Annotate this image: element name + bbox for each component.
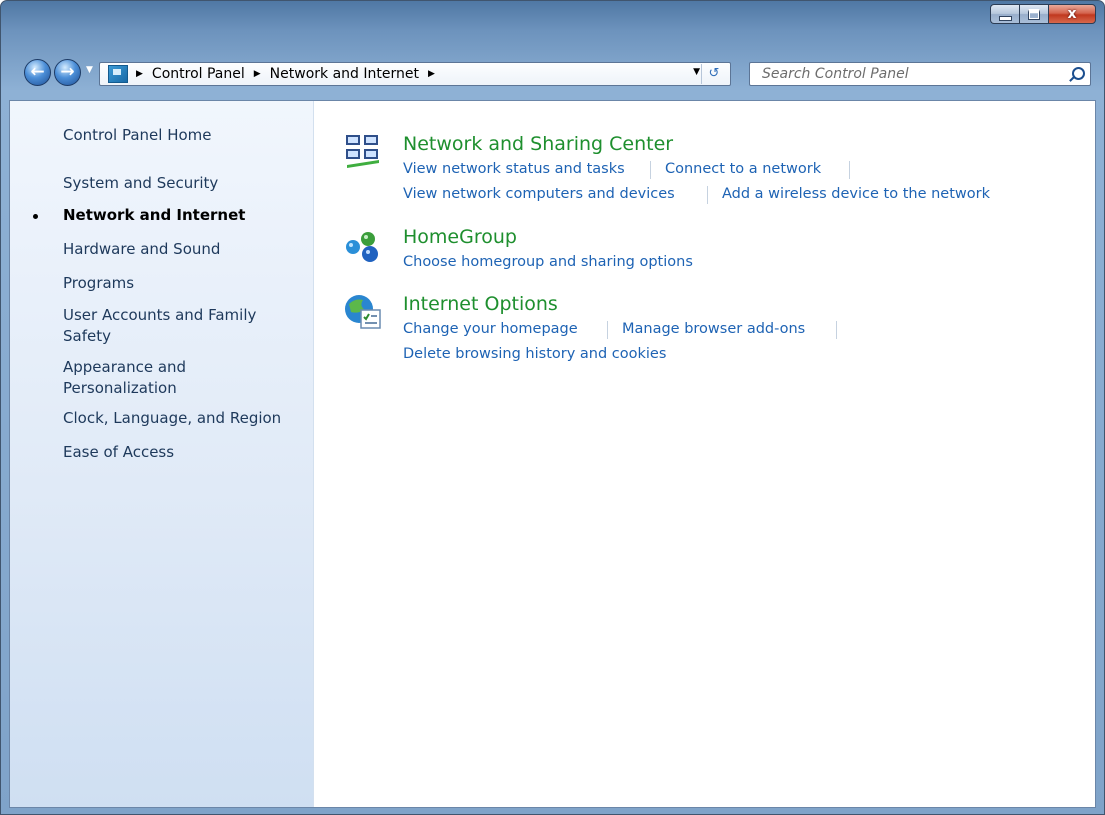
link-separator — [707, 186, 708, 204]
link-separator — [650, 161, 651, 179]
view-network-computers-link[interactable]: View network computers and devices — [403, 186, 675, 202]
sidebar-item-programs[interactable]: Programs — [63, 273, 303, 294]
sidebar-item-appearance[interactable]: Appearance and Personalization — [63, 357, 213, 399]
minimize-icon — [998, 15, 1012, 21]
link-separator — [849, 161, 850, 179]
chevron-right-icon[interactable]: ▶ — [136, 69, 143, 79]
forward-button[interactable]: → — [54, 59, 81, 86]
refresh-button[interactable]: ↺ — [701, 64, 726, 84]
navigation-bar: ← → ▼ ▶ Control Panel ▶ Network and Inte… — [1, 57, 1104, 89]
delete-browsing-history-link[interactable]: Delete browsing history and cookies — [403, 346, 666, 362]
choose-homegroup-options-link[interactable]: Choose homegroup and sharing options — [403, 254, 693, 270]
sidebar-item-ease-of-access[interactable]: Ease of Access — [63, 442, 303, 463]
active-bullet-icon — [33, 214, 38, 219]
recent-pages-dropdown[interactable]: ▼ — [86, 65, 93, 75]
chevron-right-icon[interactable]: ▶ — [254, 69, 261, 79]
address-dropdown-icon[interactable]: ▼ — [693, 67, 700, 77]
sidebar-item-user-accounts[interactable]: User Accounts and Family Safety — [63, 305, 278, 347]
change-homepage-link[interactable]: Change your homepage — [403, 321, 578, 337]
content-area: Control Panel Home System and Security N… — [9, 100, 1096, 808]
link-separator — [836, 321, 837, 339]
add-wireless-device-link[interactable]: Add a wireless device to the network — [722, 186, 990, 202]
sidebar-item-network-and-internet[interactable]: Network and Internet — [33, 205, 303, 226]
sidebar-item-clock-language-region[interactable]: Clock, Language, and Region — [63, 408, 303, 429]
window-controls: x — [990, 4, 1096, 24]
link-separator — [607, 321, 608, 339]
internet-options-title[interactable]: Internet Options — [403, 293, 558, 315]
chevron-right-icon[interactable]: ▶ — [428, 69, 435, 79]
sidebar-item-control-panel-home[interactable]: Control Panel Home — [63, 125, 303, 146]
sidebar-item-label: Network and Internet — [63, 206, 246, 224]
close-icon: x — [1067, 6, 1077, 22]
sidebar-item-system-and-security[interactable]: System and Security — [63, 173, 303, 194]
homegroup-title[interactable]: HomeGroup — [403, 226, 517, 248]
internet-options-icon — [345, 295, 381, 329]
address-bar[interactable]: ▶ Control Panel ▶ Network and Internet ▶… — [99, 62, 731, 86]
network-and-sharing-center-title[interactable]: Network and Sharing Center — [403, 133, 673, 155]
search-icon[interactable] — [1072, 67, 1085, 80]
breadcrumb-control-panel[interactable]: Control Panel — [152, 66, 245, 82]
sidebar-item-hardware-and-sound[interactable]: Hardware and Sound — [63, 239, 303, 260]
sidebar: Control Panel Home System and Security N… — [10, 101, 314, 807]
control-panel-window: x ← → ▼ ▶ Control Panel ▶ Network and In… — [0, 0, 1105, 815]
maximize-icon — [1028, 8, 1040, 20]
connect-to-network-link[interactable]: Connect to a network — [665, 161, 821, 177]
maximize-button[interactable] — [1019, 4, 1048, 24]
search-input[interactable] — [762, 65, 1062, 83]
manage-browser-addons-link[interactable]: Manage browser add-ons — [622, 321, 805, 337]
breadcrumb-network-and-internet[interactable]: Network and Internet — [270, 66, 419, 82]
homegroup-icon — [346, 232, 378, 262]
main-panel: Network and Sharing Center View network … — [313, 101, 1095, 807]
network-icon — [346, 135, 379, 168]
close-button[interactable]: x — [1048, 4, 1096, 24]
minimize-button[interactable] — [990, 4, 1019, 24]
view-network-status-link[interactable]: View network status and tasks — [403, 161, 625, 177]
back-button[interactable]: ← — [24, 59, 51, 86]
search-box[interactable] — [749, 62, 1091, 86]
control-panel-icon — [108, 65, 128, 83]
